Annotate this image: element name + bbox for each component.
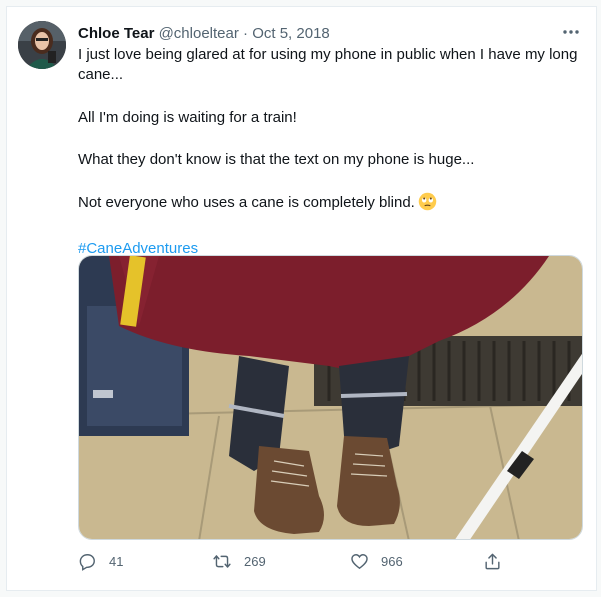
avatar[interactable] [18, 21, 66, 69]
reply-icon [79, 554, 95, 571]
share-icon [485, 553, 500, 570]
reply-count: 41 [109, 554, 124, 569]
rolling-eyes-emoji-icon [418, 192, 437, 217]
tweet-actions: 41 269 966 [78, 552, 508, 574]
tweet-paragraph: What they don't know is that the text on… [78, 151, 475, 168]
tweet-header: Chloe Tear @chloeltear · Oct 5, 2018 [78, 24, 584, 44]
more-icon [563, 30, 579, 34]
tweet-text: I just love being glared at for using my… [78, 45, 588, 281]
photo-image [79, 256, 582, 539]
tweet-paragraph: I just love being glared at for using my… [78, 46, 578, 83]
share-button[interactable] [483, 552, 502, 571]
like-count: 966 [381, 554, 403, 569]
retweet-count: 269 [244, 554, 266, 569]
tweet-photo[interactable] [78, 255, 583, 540]
author-handle[interactable]: @chloeltear [159, 25, 239, 42]
tweet-paragraph: All I'm doing is waiting for a train! [78, 109, 297, 126]
header-separator: · [243, 25, 249, 42]
avatar-image [18, 21, 66, 69]
more-button[interactable] [560, 21, 582, 43]
tweet-paragraph: Not everyone who uses a cane is complete… [78, 194, 415, 211]
tweet-date[interactable]: Oct 5, 2018 [252, 25, 330, 42]
retweet-button[interactable]: 269 [212, 552, 266, 571]
tweet-paragraph-with-emoji: Not everyone who uses a cane is complete… [78, 192, 588, 217]
like-button[interactable]: 966 [350, 552, 403, 571]
author-name[interactable]: Chloe Tear [78, 25, 154, 42]
heart-icon [351, 554, 368, 570]
retweet-icon [213, 555, 231, 568]
reply-button[interactable]: 41 [78, 552, 123, 571]
tweet-card[interactable]: Chloe Tear @chloeltear · Oct 5, 2018 I j… [6, 6, 597, 591]
